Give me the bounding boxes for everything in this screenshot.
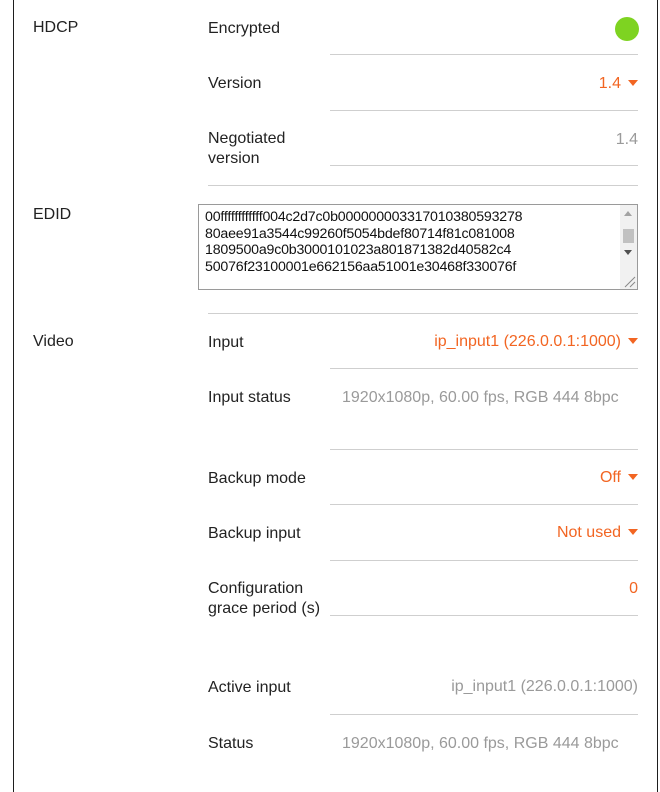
chevron-down-icon [628,528,638,535]
encrypted-status-indicator [615,17,639,41]
divider [330,110,638,111]
section-label-hdcp: HDCP [33,19,79,36]
version-value: 1.4 [598,75,621,92]
chevron-down-icon [628,337,638,344]
negotiated-version-label: Negotiated version [208,130,286,167]
divider [330,560,638,561]
divider [330,714,638,715]
divider [330,54,638,55]
divider [330,368,638,369]
backup-mode-select[interactable]: Off [600,469,638,487]
backup-mode-value: Off [599,469,621,486]
section-label-video: Video [33,333,74,350]
resize-grip-icon[interactable] [622,274,636,288]
negotiated-version-value: 1.4 [615,131,638,148]
edid-value: 00ffffffffffff004c2d7c0b0000000033170103… [205,209,523,275]
input-status-label: Input status [208,389,291,406]
section-label-edid: EDID [33,206,72,223]
divider [330,449,638,450]
input-value: ip_input1 (226.0.0.1:1000) [434,333,621,350]
scroll-up-icon[interactable] [624,211,632,216]
chevron-down-icon [628,79,638,86]
status-label: Status [208,735,254,752]
status-value: 1920x1080p, 60.00 fps, RGB 444 8bpc [342,735,619,752]
grace-period-label: Configuration grace period (s) [208,580,321,617]
active-input-label: Active input [208,679,291,696]
encrypted-label: Encrypted [208,20,281,37]
backup-input-select[interactable]: Not used [557,524,638,542]
divider [330,165,638,166]
version-label: Version [208,75,262,92]
section-divider [208,313,638,314]
divider [330,504,638,505]
backup-mode-label: Backup mode [208,470,306,487]
chevron-down-icon [628,473,638,480]
grace-period-input[interactable]: 0 [629,580,638,598]
backup-input-label: Backup input [208,525,301,542]
active-input-value: ip_input1 (226.0.0.1:1000) [451,678,638,695]
input-label: Input [208,334,244,351]
input-status-value: 1920x1080p, 60.00 fps, RGB 444 8bpc [342,389,619,406]
scroll-thumb[interactable] [623,229,634,243]
edid-textarea[interactable]: 00ffffffffffff004c2d7c0b0000000033170103… [198,204,638,290]
backup-input-value: Not used [556,524,621,541]
divider [330,615,638,616]
input-select[interactable]: ip_input1 (226.0.0.1:1000) [434,333,638,351]
section-divider [208,185,638,186]
version-select[interactable]: 1.4 [599,75,638,93]
scroll-down-icon[interactable] [624,250,632,255]
